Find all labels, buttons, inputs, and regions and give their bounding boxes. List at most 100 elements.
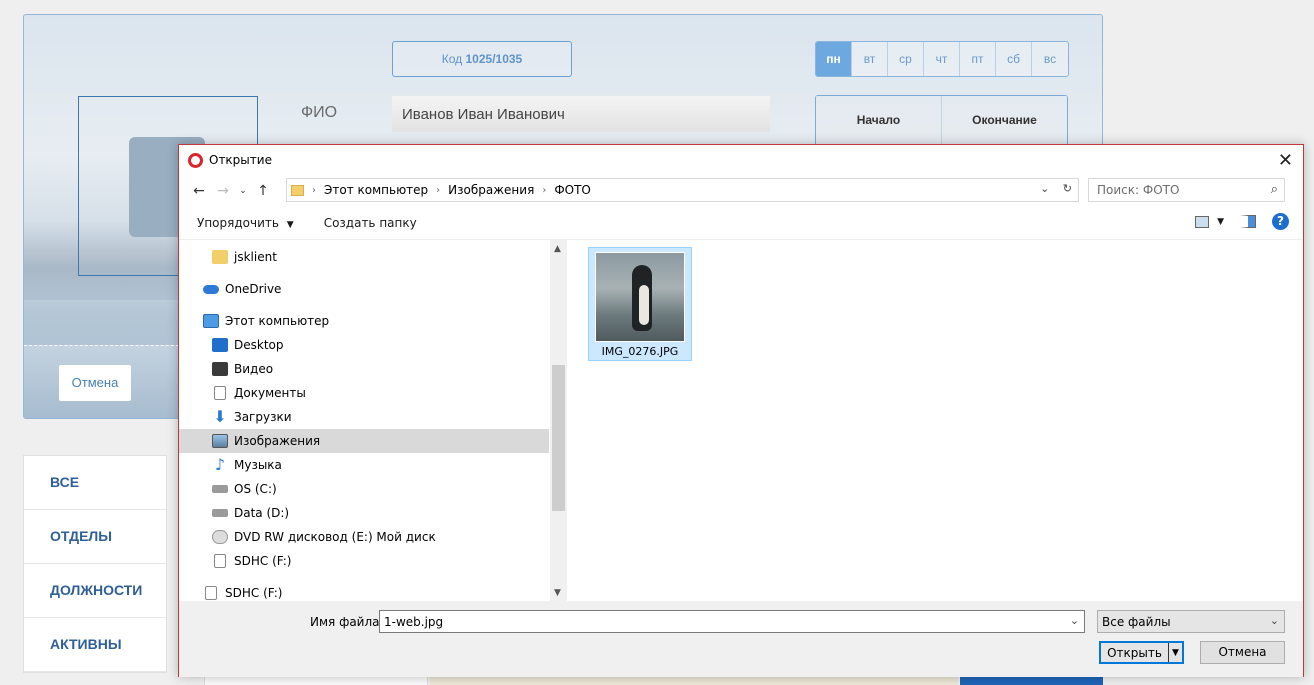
tree-item-label: Этот компьютер [225,314,330,328]
fio-label: ФИО [301,104,338,121]
view-mode-icon [1195,215,1210,228]
image-thumbnail [595,252,685,342]
pictures-icon [212,434,228,448]
back-arrow-icon[interactable]: ← [187,183,211,199]
tree-item-label: SDHC (F:) [234,554,292,568]
chevron-down-icon[interactable]: ▼ [1168,643,1182,662]
breadcrumb-pictures[interactable]: Изображения [448,183,534,197]
file-type-select[interactable]: Все файлы ⌄ [1097,610,1285,633]
tree-item-sdhc-root[interactable]: SDHC (F:) [203,581,282,602]
help-icon[interactable]: ? [1272,213,1289,230]
tree-item-drive-c[interactable]: OS (C:) [212,477,277,501]
tree-item-pictures[interactable]: Изображения [179,429,549,453]
cancel-button[interactable]: Отмена [1200,641,1285,664]
card-cancel-button[interactable]: Отмена [59,365,131,401]
breadcrumb-foto[interactable]: ФОТО [554,183,591,197]
tree-item-video[interactable]: Видео [212,357,273,381]
code-value: 1025/1035 [465,52,523,66]
day-sun[interactable]: вс [1032,42,1068,76]
code-button[interactable]: Код 1025/1035 [392,41,572,77]
tree-item-label: DVD RW дисковод (E:) Мой диск [234,530,436,544]
dvd-icon [212,530,228,544]
search-input[interactable]: Поиск: ФОТО ⌕ [1088,178,1285,202]
sd-card-icon [205,586,217,600]
scroll-up-arrow-icon[interactable]: ▲ [554,244,561,254]
chevron-down-icon: ▼ [286,220,294,230]
organize-menu[interactable]: Упорядочить ▼ [197,216,294,230]
tree-item-label: Data (D:) [234,506,290,520]
document-icon [214,386,226,400]
tree-item-label: Видео [234,362,274,376]
tree-item-jsklient[interactable]: jsklient [212,245,277,269]
day-sat[interactable]: сб [996,42,1032,76]
day-thu[interactable]: чт [924,42,960,76]
dashed-divider [24,345,184,346]
file-type-value: Все файлы [1102,615,1171,629]
search-placeholder: Поиск: ФОТО [1097,183,1180,197]
preview-pane-icon[interactable] [1240,215,1256,228]
blue-bar [960,676,1103,685]
file-list: IMG_0276.JPG [579,240,1303,602]
tree-item-this-pc[interactable]: Этот компьютер [203,309,329,333]
tree-item-label: Документы [234,386,306,400]
forward-arrow-icon[interactable]: → [211,183,235,199]
computer-icon [203,314,219,328]
weekday-selector: пн вт ср чт пт сб вс [815,41,1069,77]
day-tue[interactable]: вт [852,42,888,76]
address-bar[interactable]: › Этот компьютер › Изображения › ФОТО ⌄ … [286,178,1079,202]
dialog-title-bar: Открытие ✕ [179,145,1303,175]
chevron-down-icon: ⌄ [1269,614,1279,627]
filename-value: 1-web.jpg [384,615,444,629]
tree-item-label: Изображения [234,434,321,448]
up-arrow-icon[interactable]: ↑ [251,183,275,199]
dialog-footer: Имя файла: 1-web.jpg ⌄ Все файлы ⌄ Откры… [179,601,1303,677]
tree-scrollbar[interactable]: ▲ ▼ [550,240,567,602]
recent-dropdown-icon[interactable]: ⌄ [235,186,251,196]
music-icon: ♪ [214,455,226,474]
tree-item-downloads[interactable]: ⬇ Загрузки [212,405,292,429]
side-menu-item-all[interactable]: ВСЕ [24,456,166,510]
side-menu: ВСЕ ОТДЕЛЫ ДОЛЖНОСТИ АКТИВНЫ [23,455,167,673]
tree-item-dvd[interactable]: DVD RW дисковод (E:) Мой диск [212,525,436,549]
view-options[interactable]: ▼ [1195,215,1224,228]
search-icon[interactable]: ⌕ [1271,182,1278,197]
open-button[interactable]: Открыть ▼ [1099,641,1184,664]
folder-icon [291,184,304,196]
filename-input[interactable]: 1-web.jpg ⌄ [379,610,1085,633]
tree-item-onedrive[interactable]: OneDrive [203,277,281,301]
tree-item-desktop[interactable]: Desktop [212,333,284,357]
dialog-title: Открытие [209,153,272,167]
desktop-icon [212,338,228,352]
scroll-down-arrow-icon[interactable]: ▼ [554,588,561,598]
scrollbar-thumb[interactable] [552,365,565,511]
tree-item-drive-d[interactable]: Data (D:) [212,501,289,525]
penguin-belly [639,285,649,325]
breadcrumb-this-pc[interactable]: Этот компьютер [324,183,428,197]
chevron-down-icon: ▼ [1217,216,1224,227]
code-label: Код [441,52,463,66]
video-icon [212,362,228,376]
opera-logo-icon [188,152,203,168]
tree-item-label: Загрузки [234,410,292,424]
fio-field[interactable]: Иванов Иван Иванович [392,96,770,132]
tree-item-music[interactable]: ♪ Музыка [212,453,282,477]
close-icon[interactable]: ✕ [1278,150,1293,171]
file-item[interactable]: IMG_0276.JPG [588,247,692,361]
day-wed[interactable]: ср [888,42,924,76]
tree-item-label: Desktop [234,338,284,352]
refresh-icon[interactable]: ↻ [1063,182,1072,195]
folder-icon [212,250,228,264]
navigation-tree: jsklient OneDrive Этот компьютер Desktop… [179,240,549,602]
side-menu-item-positions[interactable]: ДОЛЖНОСТИ [24,564,166,618]
address-dropdown-icon[interactable]: ⌄ [1040,182,1049,195]
day-mon[interactable]: пн [816,42,852,76]
tree-item-documents[interactable]: Документы [212,381,306,405]
side-menu-item-active[interactable]: АКТИВНЫ [24,618,166,672]
toolbar-right: ▼ ? [1195,213,1289,230]
side-menu-item-departments[interactable]: ОТДЕЛЫ [24,510,166,564]
new-folder-button[interactable]: Создать папку [324,216,417,230]
day-fri[interactable]: пт [960,42,996,76]
download-icon: ⬇ [213,407,227,426]
chevron-down-icon[interactable]: ⌄ [1070,614,1079,627]
tree-item-sdhc[interactable]: SDHC (F:) [212,549,291,573]
